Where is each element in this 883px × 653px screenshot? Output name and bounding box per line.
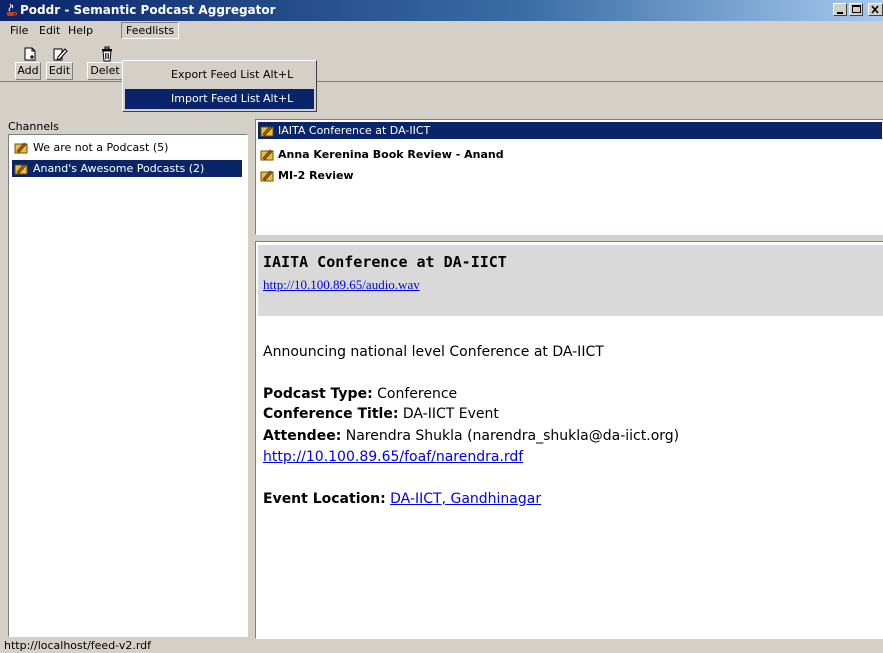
window-title: Poddr - Semantic Podcast Aggregator (20, 3, 276, 17)
episode-label: MI-2 Review (278, 169, 354, 182)
java-cup-icon (7, 3, 18, 16)
podcast-type-label: Podcast Type: (263, 386, 373, 402)
attendee-row: Attendee: Narendra Shukla (narendra_shuk… (263, 428, 679, 444)
rss-feed-icon (14, 142, 28, 154)
episodes-list[interactable]: IAITA Conference at DA-IICT Anna Kerenin… (255, 119, 883, 235)
rss-feed-icon (260, 170, 274, 182)
minimize-button[interactable] (833, 3, 847, 16)
channels-header: Channels (8, 120, 59, 133)
rss-feed-icon (260, 125, 274, 137)
import-feed-list-label: Import Feed List (171, 92, 260, 105)
channels-list[interactable]: We are not a Podcast (5) Anand's Awesome… (8, 134, 248, 637)
title-bar: Poddr - Semantic Podcast Aggregator (0, 0, 883, 21)
podcast-type-value: Conference (377, 386, 458, 402)
event-location-label: Event Location: (263, 491, 386, 507)
channel-item[interactable]: Anand's Awesome Podcasts (2) (12, 160, 242, 177)
export-feed-list-label: Export Feed List (171, 68, 260, 81)
conference-title-value: DA-IICT Event (402, 406, 499, 422)
channel-item[interactable]: We are not a Podcast (5) (12, 139, 242, 156)
channel-label: Anand's Awesome Podcasts (2) (33, 162, 205, 175)
import-feed-list-item[interactable]: Import Feed List Alt+L (125, 89, 314, 109)
attendee-foaf-link[interactable]: http://10.100.89.65/foaf/narendra.rdf (263, 449, 523, 465)
episode-item[interactable]: Anna Kerenina Book Review - Anand (258, 146, 882, 163)
close-button[interactable] (868, 3, 883, 16)
export-feed-list-shortcut: Alt+L (263, 68, 294, 81)
rss-feed-icon (260, 149, 274, 161)
details-header: IAITA Conference at DA-IICT http://10.10… (258, 245, 883, 316)
edit-document-icon (53, 48, 68, 61)
conference-title-row: Conference Title: DA-IICT Event (263, 406, 499, 422)
menu-help[interactable]: Help (64, 23, 97, 38)
event-location-link[interactable]: DA-IICT, Gandhinagar (390, 491, 541, 507)
minimize-icon (837, 12, 843, 14)
add-document-icon (24, 47, 36, 61)
menu-edit[interactable]: Edit (35, 23, 64, 38)
export-feed-list-item[interactable]: Export Feed List Alt+L (125, 65, 314, 85)
add-button[interactable]: Add (15, 62, 41, 80)
import-feed-list-shortcut: Alt+L (263, 92, 294, 105)
rss-feed-icon (14, 163, 28, 175)
trash-icon (102, 46, 112, 62)
edit-button[interactable]: Edit (46, 62, 73, 80)
episode-details: IAITA Conference at DA-IICT http://10.10… (255, 241, 883, 639)
menu-bar: File Edit Help Feedlists (0, 21, 883, 40)
maximize-icon (852, 5, 861, 13)
attendee-label: Attendee: (263, 428, 342, 444)
close-icon (871, 5, 879, 14)
episode-item[interactable]: IAITA Conference at DA-IICT (258, 122, 882, 139)
maximize-button[interactable] (849, 3, 863, 16)
episode-label: IAITA Conference at DA-IICT (278, 124, 431, 137)
menu-file[interactable]: File (6, 23, 32, 38)
vertical-splitter[interactable] (248, 119, 255, 639)
attendee-value: Narendra Shukla (narendra_shukla@da-iict… (345, 428, 680, 444)
episode-label: Anna Kerenina Book Review - Anand (278, 148, 504, 161)
podcast-type-row: Podcast Type: Conference (263, 386, 457, 402)
episode-item[interactable]: MI-2 Review (258, 167, 882, 184)
audio-link[interactable]: http://10.100.89.65/audio.wav (263, 277, 420, 293)
episode-title: IAITA Conference at DA-IICT (263, 253, 507, 271)
status-bar: http://localhost/feed-v2.rdf (4, 639, 152, 652)
channel-label: We are not a Podcast (5) (33, 141, 169, 154)
episode-description: Announcing national level Conference at … (263, 344, 604, 360)
feedlists-dropdown: Export Feed List Alt+L Import Feed List … (122, 60, 317, 112)
conference-title-label: Conference Title: (263, 406, 399, 422)
delete-button[interactable]: Delet (87, 62, 123, 80)
menu-feedlists[interactable]: Feedlists (121, 22, 180, 39)
event-location-row: Event Location: DA-IICT, Gandhinagar (263, 491, 541, 507)
